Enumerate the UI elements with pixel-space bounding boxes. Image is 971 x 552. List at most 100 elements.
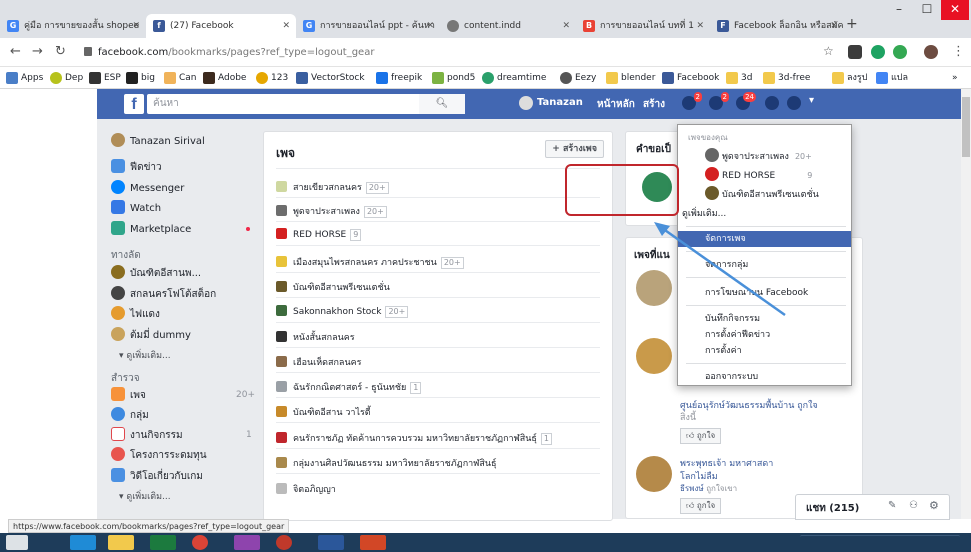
gear-icon[interactable]: ⚙ (929, 499, 939, 512)
store-icon[interactable] (150, 535, 176, 550)
system-tray[interactable] (800, 535, 960, 550)
nav-marketplace[interactable]: Marketplace (111, 221, 191, 235)
home-link[interactable]: หน้าหลัก (597, 97, 635, 112)
friend-requests-icon[interactable]: 2 (682, 92, 702, 110)
messenger-icon[interactable]: 2 (709, 92, 729, 110)
close-window-button[interactable]: ✕ (941, 0, 969, 20)
dropdown-page-item[interactable]: บัณฑิตอีสานพรีเซนเตชั่น (705, 186, 819, 201)
facebook-logo-icon[interactable]: f (124, 94, 144, 114)
file-explorer-icon[interactable] (108, 535, 134, 550)
browser-tab[interactable]: G คู่มือ การขายของสั้น shopee ✕ (0, 14, 146, 38)
bookmark-item[interactable]: ESP (89, 71, 121, 85)
more-bookmarks-icon[interactable]: » (952, 71, 958, 85)
notifications-icon[interactable]: 24 (736, 92, 756, 110)
page-list-item[interactable]: RED HORSE 9 (276, 228, 362, 241)
avatar[interactable] (519, 96, 533, 110)
help-icon[interactable] (787, 96, 801, 110)
browser-tab[interactable]: G การขายออนไลน์ ppt - ค้นหา ✕ (296, 14, 440, 38)
dropdown-page-item[interactable]: พูดจาประสาเพลง 20+ (705, 148, 814, 163)
extension-icon[interactable] (893, 45, 907, 59)
bookmark-item[interactable]: 3d (726, 71, 752, 85)
bookmark-item[interactable]: Can (164, 71, 197, 85)
nav-messenger[interactable]: Messenger (111, 180, 184, 194)
nav-watch[interactable]: Watch (111, 200, 161, 214)
bookmark-item[interactable]: 3d-free (763, 71, 810, 85)
profile-link[interactable]: Tanazan (537, 97, 583, 108)
bookmark-item[interactable]: 123 (256, 71, 288, 85)
account-menu-chevron-icon[interactable]: ▾ (809, 95, 814, 106)
nav-events[interactable]: งานกิจกรรม (111, 427, 183, 443)
nav-groups[interactable]: กลุ่ม (111, 407, 149, 423)
nav-fundraisers[interactable]: โครงการระดมทุน (111, 447, 207, 463)
maximize-button[interactable]: ☐ (913, 0, 941, 20)
profile-link[interactable]: Tanazan Sirival (111, 133, 205, 147)
news-feed-preferences-item[interactable]: การตั้งค่าฟีดข่าว (678, 327, 851, 343)
new-message-icon[interactable]: ✎ (888, 500, 896, 511)
app-icon[interactable] (276, 535, 292, 550)
bookmark-item[interactable]: ลงรูป (832, 71, 867, 85)
page-list-item[interactable]: Sakonnakhon Stock 20+ (276, 305, 409, 318)
page-list-item[interactable]: บัณฑิตอีสาน วาไรตี้ (276, 405, 371, 419)
search-input[interactable]: ค้นหา 🔍︎ (147, 94, 465, 114)
bookmark-item[interactable]: blender (606, 71, 655, 85)
close-tab-icon[interactable]: ✕ (282, 14, 290, 38)
like-button[interactable]: 👍︎ ถูกใจ (680, 498, 722, 514)
nav-gaming-video[interactable]: วิดีโอเกี่ยวกับเกม (111, 468, 203, 484)
page-list-item[interactable]: เมืองสมุนไพรสกลนคร ภาคประชาชน 20+ (276, 255, 464, 269)
create-page-button[interactable]: + สร้างเพจ (545, 140, 604, 158)
see-more-link[interactable]: ▾ ดูเพิ่มเติม... (119, 348, 171, 362)
forward-icon[interactable]: → (32, 44, 43, 59)
logout-item[interactable]: ออกจากระบบ (678, 369, 851, 385)
shortcut-item[interactable]: สกลนครโฟโต้สต็อก (111, 286, 216, 302)
chat-bar[interactable]: แชท (215) ✎ ⚇ ⚙ (795, 494, 950, 520)
quick-help-icon[interactable] (765, 96, 779, 110)
suggested-page-link[interactable]: ศูนย์อนุรักษ์วัฒนธรรมพื้นบ้าน ถูกใจ (680, 398, 818, 412)
page-list-item[interactable]: บัณฑิตอีสานพรีเซนเตชั่น (276, 280, 390, 294)
page-list-item[interactable]: ฉันรักกณิตศาสตร์ - ธูนันทชัย 1 (276, 380, 422, 394)
search-icon[interactable]: 🔍︎ (419, 94, 465, 114)
app-icon[interactable] (234, 535, 260, 550)
menu-icon[interactable]: ⋮ (952, 44, 965, 59)
new-tab-button[interactable]: + (846, 16, 858, 32)
suggested-page-link[interactable]: พระพุทธเจ้า มหาศาสดา (680, 456, 773, 470)
reload-icon[interactable]: ↻ (55, 44, 66, 59)
scrollbar[interactable] (961, 89, 971, 519)
shortcut-item[interactable]: ต้มมี่ dummy (111, 327, 191, 343)
chrome-icon[interactable] (192, 535, 208, 550)
page-list-item[interactable]: เฮือนเห็ดสกลนคร (276, 355, 361, 369)
browser-tab[interactable]: content.indd ✕ (440, 14, 576, 38)
bookmark-item[interactable]: pond5 (432, 71, 475, 85)
browser-tab-active[interactable]: f (27) Facebook ✕ (146, 14, 296, 38)
avatar[interactable] (924, 45, 938, 59)
suggested-page-link[interactable]: โลกไม่ลืม (680, 469, 718, 483)
close-tab-icon[interactable]: ✕ (132, 14, 140, 38)
bookmark-item[interactable]: Facebook (662, 71, 719, 85)
back-icon[interactable]: ← (10, 44, 21, 59)
extension-icon[interactable] (871, 45, 885, 59)
bookmark-item[interactable]: Dep (50, 71, 83, 85)
page-list-item[interactable]: พูดจาประสาเพลง 20+ (276, 204, 387, 218)
scrollbar-thumb[interactable] (962, 97, 970, 157)
page-list-item[interactable]: สายเขียวสกลนคร 20+ (276, 180, 389, 194)
nav-pages[interactable]: เพจ (111, 387, 146, 403)
page-photo[interactable] (636, 338, 672, 374)
bookmark-item[interactable]: dreamtime (482, 71, 546, 85)
settings-item[interactable]: การตั้งค่า (678, 343, 851, 359)
ie-icon[interactable] (70, 535, 96, 550)
bookmark-item[interactable]: แปล (876, 71, 908, 85)
like-button[interactable]: 👍︎ ถูกใจ (680, 428, 722, 444)
page-list-item[interactable]: กลุ่มงานศิลปวัฒนธรรม มหาวิทยาลัยราชภัฏกา… (276, 456, 497, 470)
dropdown-page-item[interactable]: RED HORSE 9 (705, 167, 814, 181)
bookmark-item[interactable]: Apps (6, 71, 43, 85)
minimize-button[interactable]: – (885, 0, 913, 20)
star-icon[interactable]: ☆ (823, 44, 834, 58)
bookmark-item[interactable]: freepik (376, 71, 422, 85)
bookmark-item[interactable]: VectorStock (296, 71, 365, 85)
bookmark-item[interactable]: Adobe (203, 71, 246, 85)
shortcut-item[interactable]: บัณฑิตอีสานพ... (111, 265, 201, 281)
extension-icon[interactable] (848, 45, 862, 59)
shortcut-item[interactable]: ไฟแดง (111, 306, 160, 322)
url-field[interactable]: facebook.com/bookmarks/pages?ref_type=lo… (84, 42, 814, 63)
page-list-item[interactable]: คนรักราชภัฏ ทัดค้านการควบรวม มหาวิทยาลัย… (276, 431, 552, 445)
close-tab-icon[interactable]: ✕ (426, 14, 434, 38)
